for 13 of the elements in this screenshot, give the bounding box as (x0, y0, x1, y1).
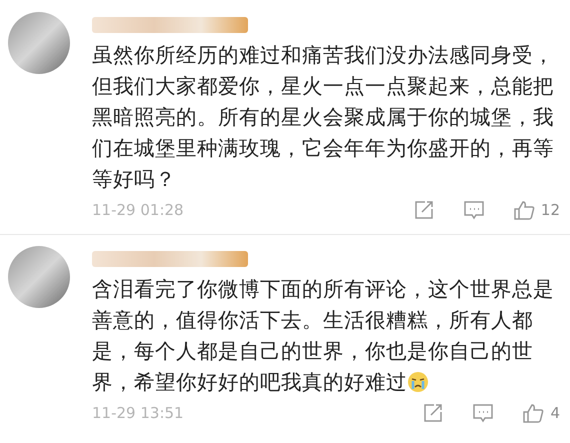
like-count: 4 (550, 404, 560, 422)
thumbs-up-icon[interactable] (512, 199, 535, 221)
comment-icon[interactable] (462, 199, 485, 221)
like-count: 12 (540, 201, 560, 219)
comment-text: 虽然你所经历的难过和痛苦我们没办法感同身受，但我们大家都爱你，星火一点一点聚起来，总能把黑暗照亮的。所有的星火会聚成属于你的城堡，我们在城堡里种满玫瑰，它会年年为你盛开的，再等等好吗？ (92, 42, 555, 193)
share-icon[interactable] (422, 402, 444, 424)
comment-time: 11-29 01:28 (92, 201, 185, 219)
crying-face-icon (407, 371, 429, 393)
comment-text: 含泪看完了你微博下面的所有评论，这个世界总是善意的，值得你活下去。生活很糟糕，所有人都是，每个人都是自己的世界，你也是你自己的世界，希望你好好的吧我真的好难过 (92, 276, 555, 396)
comment-time: 11-29 13:51 (92, 404, 185, 422)
thumbs-up-icon[interactable] (522, 402, 544, 424)
share-icon[interactable] (412, 199, 435, 221)
comment-icon[interactable] (472, 402, 494, 424)
